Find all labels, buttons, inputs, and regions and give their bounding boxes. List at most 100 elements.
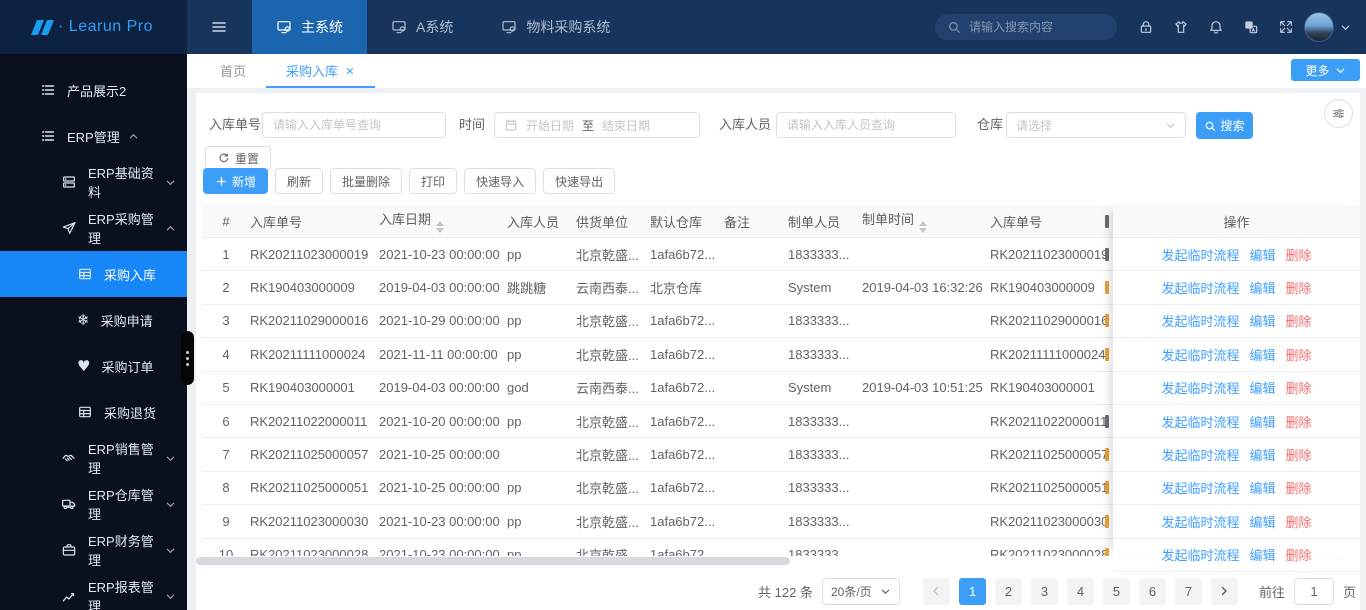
table-row[interactable]: 7 RK20211025000057 2021-10-25 00:00:00 北京乾盛… bbox=[202, 438, 1113, 472]
sidebar-item[interactable]: 采购退货 bbox=[0, 389, 187, 435]
sidebar-item[interactable]: 采购入库 bbox=[0, 251, 187, 297]
page-size-select[interactable]: 20条/页 bbox=[821, 577, 900, 605]
language-icon[interactable] bbox=[1243, 19, 1259, 35]
page-number-button[interactable]: 2 bbox=[994, 577, 1022, 605]
page-number-button[interactable]: 1 bbox=[958, 577, 986, 605]
delete-link[interactable]: 删除 bbox=[1286, 412, 1312, 431]
column-header[interactable]: 入库日期 bbox=[379, 209, 507, 233]
delete-link[interactable]: 删除 bbox=[1286, 278, 1312, 297]
delete-link[interactable]: 删除 bbox=[1286, 545, 1312, 564]
date-range-picker[interactable]: 开始日期 至 结束日期 bbox=[494, 112, 700, 138]
delete-link[interactable]: 删除 bbox=[1286, 245, 1312, 264]
edit-link[interactable]: 编辑 bbox=[1249, 345, 1275, 364]
page-tab[interactable]: 首页 bbox=[200, 55, 266, 88]
prev-page-button[interactable] bbox=[922, 577, 950, 605]
app-logo[interactable]: · Learun Pro bbox=[0, 0, 187, 54]
table-row[interactable]: 10 RK20211023000028 2021-10-23 00:00:00 pp 北… bbox=[202, 538, 1113, 556]
top-nav-tab[interactable]: 物料采购系统 bbox=[477, 0, 634, 54]
total-count: 共 122 条 bbox=[758, 584, 813, 600]
column-header[interactable]: 制单时间 bbox=[862, 209, 990, 233]
table-row[interactable]: 4 RK20211111000024 2021-11-11 00:00:00 pp 北京… bbox=[202, 338, 1113, 372]
toolbar-button[interactable]: 批量删除 bbox=[330, 168, 403, 194]
sidebar-item[interactable]: ERP基础资料 bbox=[0, 159, 187, 205]
start-flow-link[interactable]: 发起临时流程 bbox=[1161, 412, 1239, 431]
page-number-button[interactable]: 6 bbox=[1138, 577, 1166, 605]
search-button[interactable]: 搜索 bbox=[1196, 112, 1253, 139]
start-flow-link[interactable]: 发起临时流程 bbox=[1161, 278, 1239, 297]
sidebar-item[interactable]: ❄ 采购申请 bbox=[0, 297, 187, 343]
start-flow-link[interactable]: 发起临时流程 bbox=[1161, 445, 1239, 464]
sidebar-item[interactable]: ERP财务管理 bbox=[0, 527, 187, 573]
theme-shirt-icon[interactable] bbox=[1173, 19, 1189, 35]
start-flow-link[interactable]: 发起临时流程 bbox=[1161, 245, 1239, 264]
edit-link[interactable]: 编辑 bbox=[1249, 278, 1275, 297]
toolbar-button[interactable]: 打印 bbox=[409, 168, 458, 194]
more-button[interactable]: 更多 bbox=[1291, 59, 1360, 81]
edit-link[interactable]: 编辑 bbox=[1249, 412, 1275, 431]
page-number-button[interactable]: 7 bbox=[1174, 577, 1202, 605]
table-row[interactable]: 6 RK20211022000011 2021-10-20 00:00:00 pp 北京… bbox=[202, 404, 1113, 439]
scrollbar-thumb[interactable] bbox=[196, 557, 790, 565]
delete-link[interactable]: 删除 bbox=[1286, 345, 1312, 364]
edit-link[interactable]: 编辑 bbox=[1249, 245, 1275, 264]
delete-link[interactable]: 删除 bbox=[1286, 378, 1312, 397]
next-page-button[interactable] bbox=[1210, 577, 1238, 605]
bell-icon[interactable] bbox=[1208, 19, 1224, 35]
table-row[interactable]: 8 RK20211025000051 2021-10-25 00:00:00 pp 北京… bbox=[202, 471, 1113, 506]
start-flow-link[interactable]: 发起临时流程 bbox=[1161, 378, 1239, 397]
start-flow-link[interactable]: 发起临时流程 bbox=[1161, 311, 1239, 330]
sidebar-item[interactable]: ERP采购管理 bbox=[0, 205, 187, 251]
warehouse-select[interactable]: 请选择 bbox=[1006, 112, 1186, 138]
global-search-input[interactable] bbox=[969, 20, 1105, 34]
start-flow-link[interactable]: 发起临时流程 bbox=[1161, 512, 1239, 531]
toolbar-button[interactable]: 刷新 bbox=[275, 168, 324, 194]
start-flow-link[interactable]: 发起临时流程 bbox=[1161, 478, 1239, 497]
chevron-down-icon[interactable] bbox=[1340, 22, 1351, 33]
fullscreen-icon[interactable] bbox=[1278, 19, 1294, 35]
page-number-button[interactable]: 3 bbox=[1030, 577, 1058, 605]
edit-link[interactable]: 编辑 bbox=[1249, 445, 1275, 464]
delete-link[interactable]: 删除 bbox=[1286, 311, 1312, 330]
sort-icon[interactable] bbox=[919, 221, 928, 233]
edit-link[interactable]: 编辑 bbox=[1249, 478, 1275, 497]
edit-link[interactable]: 编辑 bbox=[1249, 311, 1275, 330]
start-flow-link[interactable]: 发起临时流程 bbox=[1161, 545, 1239, 564]
toolbar-button[interactable]: 快速导入 bbox=[464, 168, 537, 194]
page-number-button[interactable]: 4 bbox=[1066, 577, 1094, 605]
menu-icon[interactable] bbox=[205, 16, 233, 38]
edit-link[interactable]: 编辑 bbox=[1249, 512, 1275, 531]
sort-icon[interactable] bbox=[436, 221, 445, 233]
clipped-cell bbox=[1105, 347, 1113, 361]
table-row[interactable]: 2 RK190403000009 2019-04-03 00:00:00 跳跳糖 云南西… bbox=[202, 271, 1113, 305]
page-tab[interactable]: 采购入库 bbox=[266, 55, 376, 88]
toolbar-button[interactable]: 新增 bbox=[203, 168, 269, 194]
sidebar-item[interactable]: ERP仓库管理 bbox=[0, 481, 187, 527]
avatar[interactable] bbox=[1304, 12, 1334, 42]
filter-toggle-button[interactable] bbox=[1324, 99, 1353, 128]
delete-link[interactable]: 删除 bbox=[1286, 445, 1312, 464]
table-row[interactable]: 5 RK190403000001 2019-04-03 00:00:00 god 云南西… bbox=[202, 371, 1113, 405]
edit-link[interactable]: 编辑 bbox=[1249, 378, 1275, 397]
start-flow-link[interactable]: 发起临时流程 bbox=[1161, 345, 1239, 364]
delete-link[interactable]: 删除 bbox=[1286, 478, 1312, 497]
goto-page-input[interactable] bbox=[1293, 577, 1334, 605]
page-number-button[interactable]: 5 bbox=[1102, 577, 1130, 605]
close-icon[interactable] bbox=[345, 66, 355, 76]
table-row[interactable]: 1 RK20211023000019 2021-10-23 00:00:00 pp 北京… bbox=[202, 238, 1113, 272]
table-row[interactable]: 3 RK20211029000016 2021-10-29 00:00:00 pp 北京… bbox=[202, 304, 1113, 339]
sidebar-item[interactable]: ♥ 采购订单 bbox=[0, 343, 187, 389]
order-no-input[interactable] bbox=[262, 112, 446, 138]
sidebar-item[interactable]: ERP管理 bbox=[0, 113, 187, 159]
lock-icon[interactable] bbox=[1138, 19, 1154, 35]
toolbar-button[interactable]: 快速导出 bbox=[543, 168, 616, 194]
person-input[interactable] bbox=[776, 112, 956, 138]
delete-link[interactable]: 删除 bbox=[1286, 512, 1312, 531]
table-row[interactable]: 9 RK20211023000030 2021-10-23 00:00:00 pp 北京… bbox=[202, 505, 1113, 539]
sidebar-resize-handle[interactable] bbox=[181, 331, 194, 385]
sidebar-item[interactable]: 产品展示2 bbox=[0, 67, 187, 113]
top-nav-tab[interactable]: A系统 bbox=[367, 0, 477, 54]
sidebar-item[interactable]: ERP销售管理 bbox=[0, 435, 187, 481]
edit-link[interactable]: 编辑 bbox=[1249, 545, 1275, 564]
sidebar-item[interactable]: ERP报表管理 bbox=[0, 573, 187, 610]
top-nav-tab[interactable]: 主系统 bbox=[252, 0, 367, 54]
